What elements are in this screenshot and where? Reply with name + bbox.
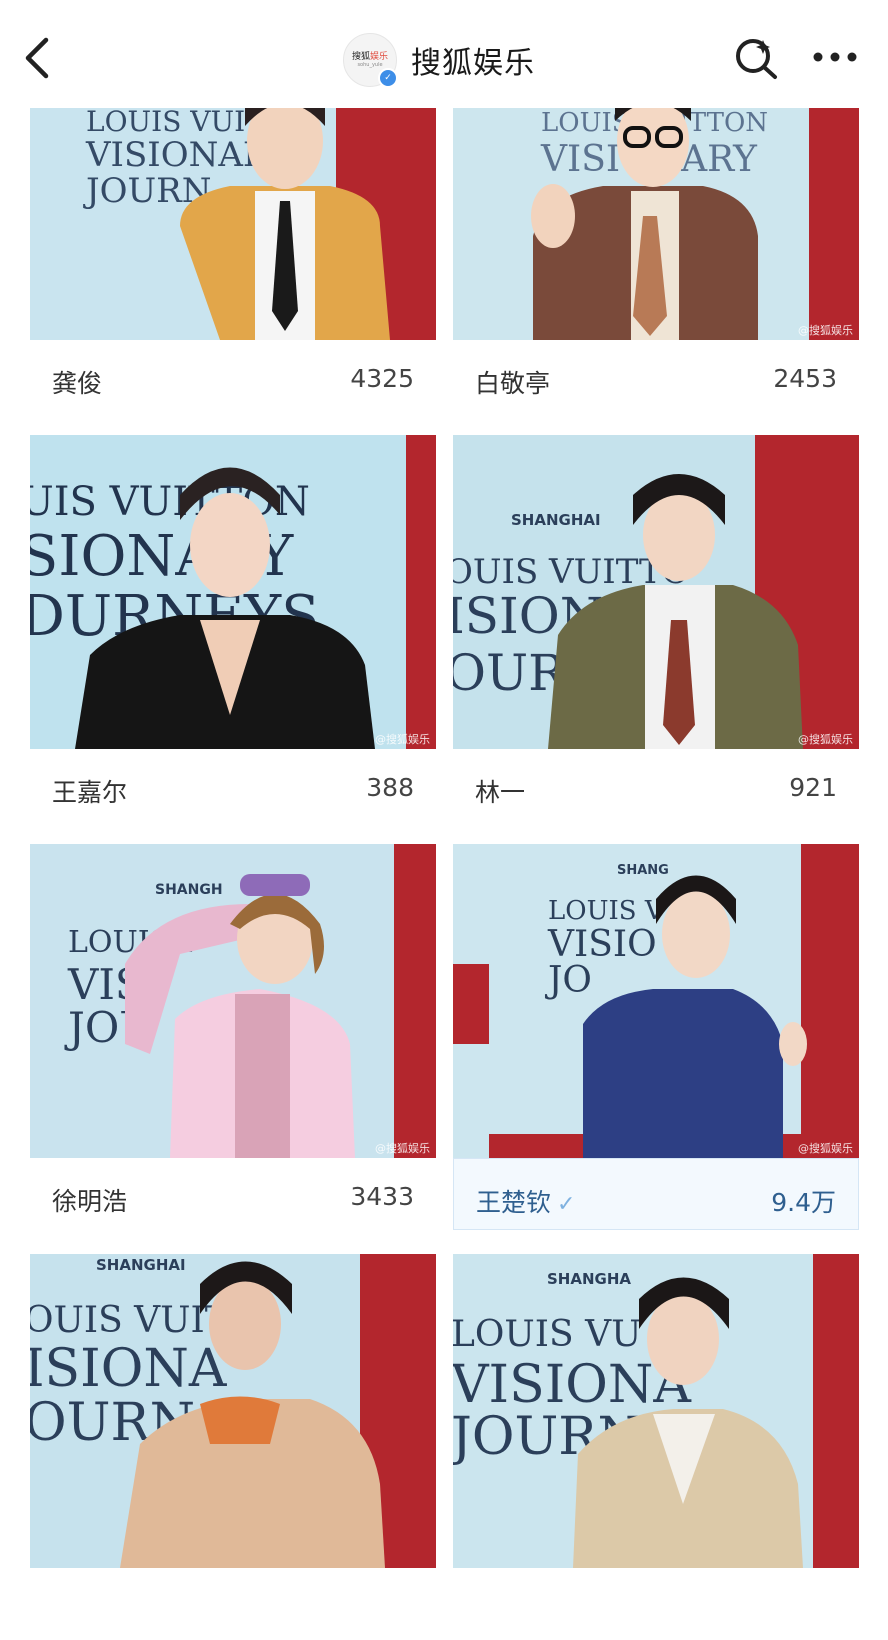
watermark: @搜狐娱乐 <box>798 324 853 337</box>
celebrity-card[interactable]: SHANGHAI OUIS VUIT ISIONA OURN <box>30 1254 436 1640</box>
watermark: @搜狐娱乐 <box>375 1142 430 1155</box>
svg-text:OUIS VUIT: OUIS VUIT <box>30 1300 229 1341</box>
page-title: 搜狐娱乐 <box>411 46 535 81</box>
vote-count: 2453 <box>773 364 837 393</box>
svg-text:JO: JO <box>544 960 592 1001</box>
svg-text:OUR: OUR <box>453 644 567 702</box>
svg-text:LOUIS V: LOUIS V <box>548 896 665 926</box>
account-title[interactable]: 搜狐娱乐 sohu_yule ✓ 搜狐娱乐 <box>343 33 535 88</box>
celebrity-card[interactable]: UIS VUITTON SIONARY DURNEYS @搜狐娱乐 王嘉尔 38… <box>30 435 436 821</box>
watermark: @搜狐娱乐 <box>798 733 853 746</box>
celebrity-name: 王嘉尔 <box>52 778 128 807</box>
card-info-bar: 徐明浩 3433 <box>30 1158 436 1230</box>
celebrity-photo[interactable]: SHANGH LOUIS V VIS JOU <box>30 844 436 1158</box>
celebrity-card[interactable]: SHANG LOUIS V VISIO JO @搜狐娱乐 王楚钦 ✓ 9.4万 <box>453 844 859 1230</box>
watermark: @搜狐娱乐 <box>375 733 430 746</box>
more-options-icon[interactable] <box>812 44 858 70</box>
celebrity-photo[interactable]: SHANGHAI OUIS VUIT ISIONA OURN <box>30 1254 436 1568</box>
celebrity-name: 白敬亭 <box>475 369 551 398</box>
celebrity-name: 王楚钦 ✓ <box>476 1188 576 1217</box>
card-info-bar: 龚俊 4325 <box>30 340 436 412</box>
celebrity-card[interactable]: SHANGH LOUIS V VIS JOU @搜狐娱乐 徐明浩 3433 <box>30 844 436 1230</box>
svg-text:VISIO: VISIO <box>547 924 657 965</box>
svg-text:SHANGHAI: SHANGHAI <box>511 511 601 529</box>
card-info-bar: 白敬亭 2453 <box>453 340 859 412</box>
card-info-bar: 林一 921 <box>453 749 859 821</box>
svg-text:SHANGH: SHANGH <box>155 882 223 898</box>
account-avatar[interactable]: 搜狐娱乐 sohu_yule ✓ <box>343 33 398 88</box>
celebrity-name: 徐明浩 <box>52 1187 128 1216</box>
celebrity-photo[interactable]: SHANGHAI OUIS VUITTO ISIONA OUR <box>453 435 859 749</box>
vote-count: 921 <box>789 773 837 802</box>
celebrity-photo[interactable]: UIS VUITTON SIONARY DURNEYS <box>30 435 436 749</box>
card-info-bar: 王嘉尔 388 <box>30 749 436 821</box>
svg-text:LOUIS VU: LOUIS VU <box>453 1314 641 1355</box>
top-nav-bar: 搜狐娱乐 sohu_yule ✓ 搜狐娱乐 <box>0 0 888 108</box>
check-icon: ✓ <box>557 1192 576 1217</box>
vote-count: 4325 <box>350 364 414 393</box>
card-info-bar <box>30 1568 436 1640</box>
svg-text:SHANGHAI: SHANGHAI <box>96 1256 186 1274</box>
card-info-bar <box>453 1568 859 1640</box>
svg-text:VISIONAR: VISIONAR <box>85 135 270 175</box>
vote-count: 3433 <box>350 1182 414 1211</box>
celebrity-card[interactable]: SHANGHAI OUIS VUITTO ISIONA OUR @搜狐娱乐 林一… <box>453 435 859 821</box>
svg-text:ISIONA: ISIONA <box>30 1339 228 1399</box>
back-arrow-icon[interactable] <box>20 36 60 80</box>
vote-count: 9.4万 <box>771 1188 836 1217</box>
celebrity-name: 林一 <box>475 778 526 807</box>
celebrity-photo[interactable]: SHANG LOUIS V VISIO JO <box>453 844 859 1158</box>
celebrity-name: 龚俊 <box>52 369 103 398</box>
vote-count: 388 <box>366 773 414 802</box>
watermark: @搜狐娱乐 <box>798 1142 853 1155</box>
verified-badge-icon: ✓ <box>378 68 398 88</box>
card-info-bar: 王楚钦 ✓ 9.4万 <box>453 1158 859 1230</box>
svg-text:SHANGHA: SHANGHA <box>547 1270 631 1288</box>
celebrity-card[interactable]: SHANGHA LOUIS VU VISIONA JOURN <box>453 1254 859 1640</box>
svg-text:SHANG: SHANG <box>617 863 669 878</box>
celebrity-photo[interactable]: SHANGHA LOUIS VU VISIONA JOURN <box>453 1254 859 1568</box>
search-icon[interactable] <box>733 34 779 80</box>
